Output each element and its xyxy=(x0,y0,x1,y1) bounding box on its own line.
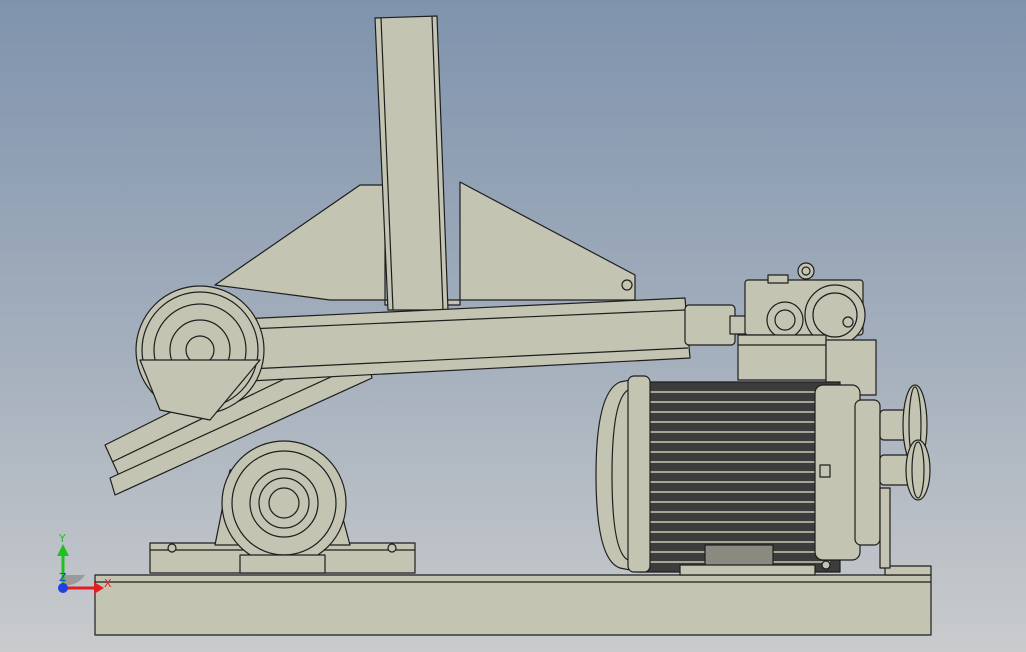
z-axis-dot xyxy=(58,583,68,593)
y-axis-arrowhead xyxy=(57,544,69,556)
drive-pulleys[interactable] xyxy=(879,384,931,569)
z-axis-label: Z xyxy=(59,571,67,584)
cad-viewport[interactable]: Y X Z xyxy=(0,0,1026,652)
base-plate[interactable] xyxy=(94,565,932,636)
lever-arm[interactable] xyxy=(219,297,776,383)
x-axis-label: X xyxy=(104,577,112,590)
y-axis-label: Y xyxy=(59,532,66,545)
assembly-view[interactable] xyxy=(0,0,1026,652)
worm-gearbox[interactable] xyxy=(737,262,877,396)
vertical-arm[interactable] xyxy=(374,15,449,311)
electric-motor[interactable] xyxy=(595,375,881,576)
coordinate-triad xyxy=(57,544,104,594)
